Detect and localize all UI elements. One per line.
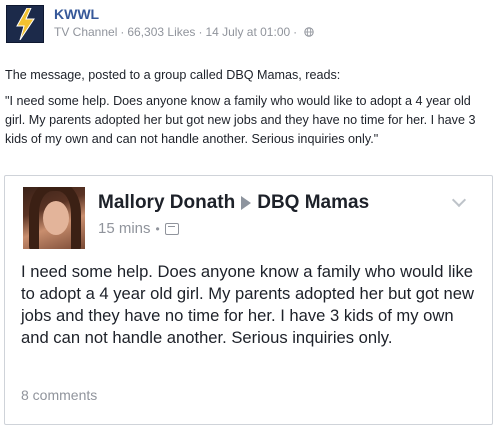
page-category[interactable]: TV Channel [54,24,117,40]
post-caption: The message, posted to a group called DB… [5,66,493,149]
embedded-post-body: I need some help. Does anyone know a fam… [21,262,474,347]
facebook-post: KWWL TV Channel · 66,303 Likes · 14 July… [0,0,500,427]
group-name: DBQ Mamas [257,192,370,213]
triangle-right-icon [241,196,252,210]
meta-separator: · [198,25,203,39]
page-name-link[interactable]: KWWL [54,6,314,22]
post-header: KWWL TV Channel · 66,303 Likes · 14 July… [6,5,314,43]
lightning-logo-icon [16,8,35,40]
author-avatar [23,187,85,249]
group-icon [164,222,179,235]
embedded-post-meta: 15 mins • [98,220,179,237]
meta-dot: • [155,221,160,236]
meta-separator: · [120,25,125,39]
chevron-down-icon [451,192,467,208]
page-avatar[interactable] [6,5,44,43]
embedded-post-header: Mallory Donath DBQ Mamas [98,192,369,214]
embedded-screenshot[interactable]: Mallory Donath DBQ Mamas 15 mins • I nee… [4,175,493,425]
post-meta: TV Channel · 66,303 Likes · 14 July at 0… [54,24,314,40]
meta-separator: · [293,25,298,39]
caption-intro: The message, posted to a group called DB… [5,68,341,82]
caption-quote: "I need some help. Does anyone know a fa… [5,94,476,146]
post-timestamp[interactable]: 14 July at 01:00 [205,24,290,40]
page-likes[interactable]: 66,303 Likes [127,24,195,40]
globe-icon[interactable] [304,27,314,37]
avatar-face [43,201,69,235]
post-header-text: KWWL TV Channel · 66,303 Likes · 14 July… [54,6,314,40]
embedded-comments-count: 8 comments [21,387,98,403]
author-name: Mallory Donath [98,192,236,213]
embedded-time: 15 mins [98,220,151,237]
